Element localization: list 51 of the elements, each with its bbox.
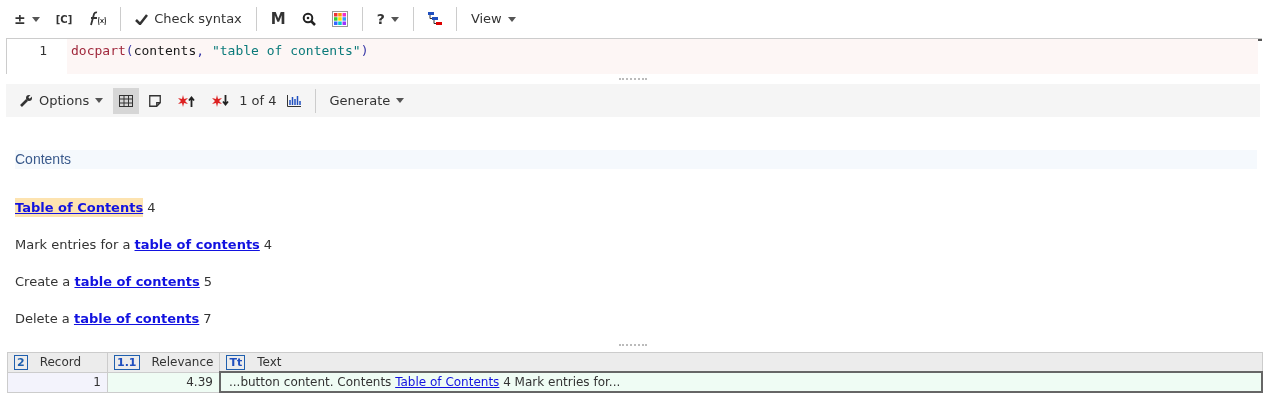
line-number: 1: [38, 42, 48, 60]
splitter-handle[interactable]: [619, 78, 647, 80]
scrollbar-marker: [1258, 39, 1262, 41]
entry-text: Delete a: [15, 310, 71, 328]
tree-icon: [427, 12, 442, 26]
table-icon: [119, 94, 134, 107]
splitter-handle[interactable]: [619, 344, 647, 346]
caret-icon: [507, 16, 516, 22]
type-badge: Tt: [226, 354, 246, 370]
burst-up-icon: [177, 94, 196, 107]
entry-text: Mark entries for a: [15, 236, 132, 254]
table-cell[interactable]: ...button content. Contents Table of Contents 4 Mark entries for...: [219, 372, 1262, 392]
snippet-link[interactable]: Table of Contents: [395, 375, 500, 389]
document-heading: Contents: [15, 150, 1257, 169]
burst-down-icon: [211, 94, 230, 107]
column-label: Relevance: [151, 354, 214, 372]
caret-icon: [390, 16, 399, 22]
caret-icon: [396, 98, 405, 103]
type-badge: 2: [14, 354, 28, 370]
check-icon: [135, 13, 149, 25]
function-icon: [88, 11, 107, 27]
page-number: 4: [147, 199, 156, 217]
toolbar-button[interactable]: View: [464, 5, 522, 33]
table-cell: 1: [7, 372, 108, 392]
toolbar-button[interactable]: M: [264, 5, 292, 33]
bar-chart-icon: [286, 94, 301, 107]
note-icon: [149, 94, 162, 107]
toolbar-button[interactable]: Check syntax: [129, 5, 248, 33]
toolbar-button[interactable]: ?: [370, 5, 405, 33]
toolbar-button[interactable]: [113, 87, 140, 114]
entry-link[interactable]: table of contents: [134, 235, 260, 254]
hit-counter: 1 of 4: [239, 91, 277, 110]
toolbar-button[interactable]: [C]: [49, 5, 79, 33]
page-number: 4: [263, 236, 273, 254]
caret-icon: [31, 16, 40, 22]
color-grid-icon: [331, 11, 348, 27]
page-number: 5: [203, 273, 213, 291]
caret-icon: [95, 98, 104, 103]
search-icon: [301, 12, 316, 26]
entry-link[interactable]: Table of Contents: [15, 198, 144, 217]
toolbar-button[interactable]: ±: [8, 5, 46, 33]
generate-menu[interactable]: Generate: [323, 87, 411, 114]
column-label: Text: [257, 354, 282, 371]
entry-link[interactable]: table of contents: [74, 272, 200, 291]
page-number: 7: [203, 310, 212, 328]
column-label: Record: [39, 354, 82, 372]
wrench-icon: [20, 94, 33, 107]
entry-text: Create a: [15, 273, 72, 291]
options-menu[interactable]: Options: [14, 87, 110, 114]
type-badge: 1.1: [114, 354, 140, 370]
entry-link[interactable]: table of contents: [73, 309, 200, 328]
